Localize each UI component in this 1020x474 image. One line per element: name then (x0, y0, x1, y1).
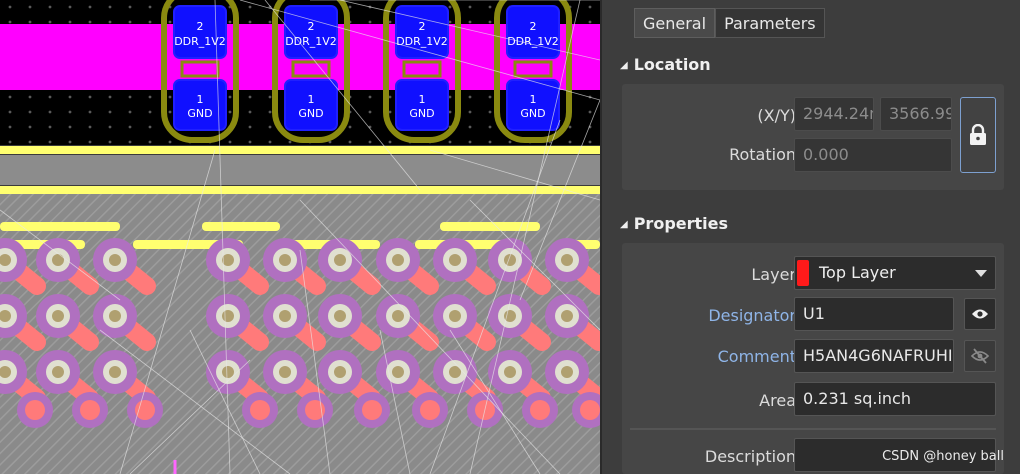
trace-end (530, 400, 550, 420)
via-hole (222, 254, 234, 266)
eye-hidden-icon (970, 348, 990, 364)
pad-net-label: GND (520, 107, 545, 120)
xy-label: (X/Y) (757, 106, 796, 125)
pad-net-label: GND (409, 107, 434, 120)
pad-net-label: DDR_1V2 (507, 35, 559, 48)
via-hole (52, 254, 64, 266)
via-hole (561, 310, 573, 322)
tab-general[interactable]: General (634, 8, 716, 38)
pad-number: 2 (530, 20, 537, 33)
trace-end (580, 400, 600, 420)
pad-number: 2 (419, 20, 426, 33)
via-hole (52, 310, 64, 322)
trace-end (135, 400, 155, 420)
watermark: CSDN @honey ball (882, 449, 1004, 464)
area-field: 0.231 sq.inch (794, 382, 996, 416)
via-hole (392, 254, 404, 266)
pad-number: 1 (197, 93, 204, 106)
via-hole (279, 366, 291, 378)
silk-bar (202, 222, 280, 231)
designator-label[interactable]: Designator (662, 306, 796, 325)
location-box: (X/Y) 2944.24mil 3566.99mil Rotation 0.0… (622, 84, 1004, 190)
via-hole (449, 254, 461, 266)
location-section-header[interactable]: ◢ Location (620, 55, 711, 74)
description-label: Description (704, 447, 796, 466)
layer-color-swatch (797, 260, 809, 286)
properties-section-header[interactable]: ◢ Properties (620, 214, 728, 233)
comment-visibility-button[interactable] (964, 340, 996, 372)
layer-label: Layer (751, 265, 796, 284)
trace-end (250, 400, 270, 420)
divider (630, 428, 996, 430)
pad-net-label: DDR_1V2 (174, 35, 226, 48)
via-hole (109, 366, 121, 378)
pad-net-label: GND (298, 107, 323, 120)
via-hole (392, 310, 404, 322)
via-hole (279, 254, 291, 266)
via-hole (392, 366, 404, 378)
via-hole (334, 254, 346, 266)
via-hole (109, 310, 121, 322)
via-hole (109, 254, 121, 266)
pad-number: 1 (308, 93, 315, 106)
via-hole (279, 310, 291, 322)
pad-net-label: GND (187, 107, 212, 120)
via-hole (334, 310, 346, 322)
y-coordinate-field[interactable]: 3566.99mil (880, 97, 952, 131)
layer-dropdown[interactable]: Top Layer (794, 256, 996, 290)
comment-label[interactable]: Comment (662, 347, 796, 366)
properties-panel: General Parameters ◢ Location (X/Y) 2944.… (600, 0, 1020, 474)
rotation-label: Rotation (729, 145, 796, 164)
x-coordinate-field[interactable]: 2944.24mil (794, 97, 874, 131)
pad-number: 2 (308, 20, 315, 33)
eye-icon (972, 309, 988, 319)
via-hole (222, 310, 234, 322)
collapse-triangle-icon: ◢ (620, 60, 628, 71)
trace-end (80, 400, 100, 420)
via-hole (52, 366, 64, 378)
chevron-down-icon (975, 270, 987, 277)
pad-number: 1 (419, 93, 426, 106)
properties-box: Layer Top Layer Designator U1 Comment H5… (622, 243, 1004, 474)
via-hole (334, 366, 346, 378)
via-hole (561, 366, 573, 378)
tab-parameters[interactable]: Parameters (715, 8, 825, 38)
pcb-canvas[interactable]: 2 DDR_1V2 1 GND 2 DDR_1V2 1 GND 2 DDR_1V2 1 GND 2 DDR… (0, 0, 600, 474)
via-hole (222, 366, 234, 378)
trace-end (25, 400, 45, 420)
pad-number: 2 (197, 20, 204, 33)
rotation-field[interactable]: 0.000 (794, 138, 952, 172)
pad-number: 1 (530, 93, 537, 106)
lock-button[interactable] (960, 97, 996, 173)
via-hole (561, 254, 573, 266)
lock-icon (970, 124, 986, 145)
designator-visibility-button[interactable] (964, 298, 996, 330)
collapse-triangle-icon: ◢ (620, 219, 628, 230)
layer-value: Top Layer (819, 263, 896, 282)
area-label: Area (759, 391, 796, 410)
designator-field[interactable]: U1 (794, 297, 954, 331)
comment-field[interactable]: H5AN4G6NAFRUHI (794, 339, 954, 373)
trace-end (420, 400, 440, 420)
via-hole (504, 366, 516, 378)
via-hole (449, 310, 461, 322)
panel-tabs: General Parameters (634, 8, 825, 40)
trace-end (362, 400, 382, 420)
pad-net-label: DDR_1V2 (285, 35, 337, 48)
silk-bar (440, 222, 540, 231)
pad-net-label: DDR_1V2 (396, 35, 448, 48)
